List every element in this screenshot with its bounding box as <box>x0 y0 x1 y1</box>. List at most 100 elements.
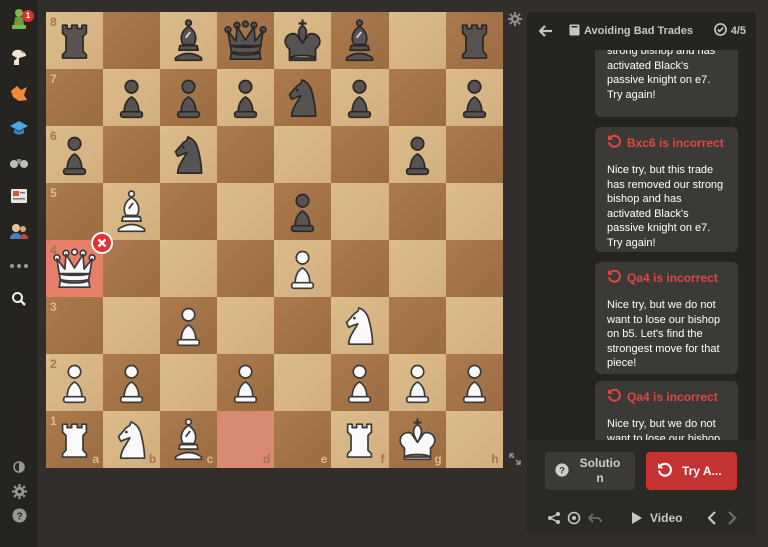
undo-icon[interactable] <box>587 511 602 528</box>
square-d2[interactable] <box>217 354 275 411</box>
square-h3[interactable] <box>445 297 503 354</box>
square-h2[interactable] <box>445 354 503 411</box>
square-g8[interactable] <box>388 12 446 69</box>
white-pawn-icon[interactable] <box>220 357 271 408</box>
square-g7[interactable] <box>388 69 446 126</box>
square-f7[interactable] <box>331 69 389 126</box>
square-e7[interactable] <box>274 69 332 126</box>
square-d1[interactable]: d <box>217 411 275 468</box>
settings-icon[interactable] <box>8 480 30 502</box>
chess-board[interactable]: 87654321abcdefgh <box>46 12 503 468</box>
black-pawn-icon[interactable] <box>334 72 385 123</box>
square-g6[interactable] <box>388 126 446 183</box>
square-a5[interactable]: 5 <box>46 183 104 240</box>
solution-button[interactable]: ? Solutio n <box>545 452 635 490</box>
feedback-feed[interactable]: strong bishop and has activated Black's … <box>527 50 756 440</box>
square-f4[interactable] <box>331 240 389 297</box>
search-icon[interactable] <box>8 288 30 310</box>
square-h1[interactable]: h <box>445 411 503 468</box>
black-bishop-icon[interactable] <box>334 15 385 66</box>
square-e5[interactable] <box>274 183 332 240</box>
square-d3[interactable] <box>217 297 275 354</box>
square-e3[interactable] <box>274 297 332 354</box>
video-label[interactable]: Video <box>650 511 682 525</box>
help-icon[interactable]: ? <box>8 504 30 526</box>
square-f8[interactable] <box>331 12 389 69</box>
square-e8[interactable] <box>274 12 332 69</box>
square-h7[interactable] <box>445 69 503 126</box>
square-a8[interactable]: 8 <box>46 12 104 69</box>
black-pawn-icon[interactable] <box>106 72 157 123</box>
white-pawn-icon[interactable] <box>106 357 157 408</box>
white-pawn-icon[interactable] <box>449 357 500 408</box>
black-queen-icon[interactable] <box>220 15 271 66</box>
square-e2[interactable] <box>274 354 332 411</box>
square-a3[interactable]: 3 <box>46 297 104 354</box>
square-d8[interactable] <box>217 12 275 69</box>
square-c2[interactable] <box>160 354 218 411</box>
previous-icon[interactable] <box>707 511 717 528</box>
square-c7[interactable] <box>160 69 218 126</box>
square-c8[interactable] <box>160 12 218 69</box>
black-rook-icon[interactable] <box>449 15 500 66</box>
analysis-icon[interactable] <box>567 511 581 528</box>
square-d6[interactable] <box>217 126 275 183</box>
white-pawn-icon[interactable] <box>334 357 385 408</box>
share-icon[interactable] <box>547 511 561 528</box>
black-pawn-icon[interactable] <box>163 72 214 123</box>
square-g1[interactable]: g <box>388 411 446 468</box>
square-a2[interactable]: 2 <box>46 354 104 411</box>
white-pawn-icon[interactable] <box>277 243 328 294</box>
square-b4[interactable] <box>103 240 161 297</box>
square-h5[interactable] <box>445 183 503 240</box>
square-h6[interactable] <box>445 126 503 183</box>
square-f2[interactable] <box>331 354 389 411</box>
try-again-button[interactable]: Try A... <box>646 452 737 490</box>
square-b5[interactable] <box>103 183 161 240</box>
black-bishop-icon[interactable] <box>163 15 214 66</box>
square-g4[interactable] <box>388 240 446 297</box>
square-c3[interactable] <box>160 297 218 354</box>
square-e6[interactable] <box>274 126 332 183</box>
square-b3[interactable] <box>103 297 161 354</box>
news-icon[interactable] <box>8 185 30 207</box>
board-settings-icon[interactable] <box>508 12 522 26</box>
square-a1[interactable]: 1a <box>46 411 104 468</box>
square-b1[interactable]: b <box>103 411 161 468</box>
square-f3[interactable] <box>331 297 389 354</box>
square-f6[interactable] <box>331 126 389 183</box>
square-c1[interactable]: c <box>160 411 218 468</box>
white-pawn-icon[interactable] <box>392 357 443 408</box>
black-pawn-icon[interactable] <box>277 186 328 237</box>
square-b7[interactable] <box>103 69 161 126</box>
square-b2[interactable] <box>103 354 161 411</box>
play-video-icon[interactable] <box>631 511 643 528</box>
white-knight-icon[interactable] <box>334 300 385 351</box>
black-king-icon[interactable] <box>277 15 328 66</box>
social-icon[interactable] <box>8 220 30 242</box>
black-knight-icon[interactable] <box>163 129 214 180</box>
black-pawn-icon[interactable] <box>392 129 443 180</box>
square-e4[interactable] <box>274 240 332 297</box>
white-pawn-icon[interactable] <box>163 300 214 351</box>
black-pawn-icon[interactable] <box>220 72 271 123</box>
square-c4[interactable] <box>160 240 218 297</box>
expand-icon[interactable] <box>508 452 522 466</box>
white-rook-icon[interactable] <box>334 414 385 465</box>
square-a4[interactable]: 4 <box>46 232 114 297</box>
square-a6[interactable]: 6 <box>46 126 104 183</box>
square-d5[interactable] <box>217 183 275 240</box>
watch-icon[interactable] <box>8 151 30 173</box>
square-b8[interactable] <box>103 12 161 69</box>
learn-icon[interactable] <box>8 82 30 104</box>
theme-icon[interactable] <box>8 456 30 478</box>
square-g2[interactable] <box>388 354 446 411</box>
square-h4[interactable] <box>445 240 503 297</box>
square-e1[interactable]: e <box>274 411 332 468</box>
square-g5[interactable] <box>388 183 446 240</box>
square-c5[interactable] <box>160 183 218 240</box>
black-knight-icon[interactable] <box>277 72 328 123</box>
square-c6[interactable] <box>160 126 218 183</box>
square-d4[interactable] <box>217 240 275 297</box>
lessons-icon[interactable] <box>8 117 30 139</box>
